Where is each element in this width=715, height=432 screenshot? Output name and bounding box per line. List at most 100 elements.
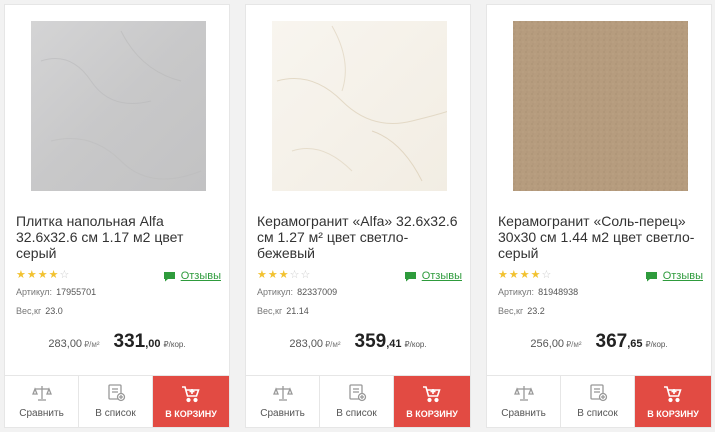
reviews: Отзывы <box>645 270 703 282</box>
product-card: Керамогранит «Alfa» 32.6х32.6 см 1.27 м²… <box>245 4 471 428</box>
product-image[interactable] <box>31 21 206 191</box>
weight-label: Вес,кг <box>257 306 283 316</box>
add-to-cart-label: В корзину <box>165 408 217 419</box>
article-info: Артикул: 17955701 <box>16 287 96 297</box>
weight-value: 23.0 <box>45 306 63 316</box>
card-actions: Сравнить В список В корзину <box>5 375 229 427</box>
box-price-unit: ₽/кор. <box>645 340 668 349</box>
reviews: Отзывы <box>404 270 462 282</box>
add-to-list-button[interactable]: В список <box>561 376 635 427</box>
star-filled-icon: ★ <box>519 269 531 281</box>
rating-stars: ★★★☆☆ <box>257 268 311 281</box>
unit-price-unit: ₽/м² <box>566 340 582 349</box>
article-info: Артикул: 81948938 <box>498 287 578 297</box>
add-to-cart-button[interactable]: В корзину <box>635 376 711 427</box>
weight-value: 23.2 <box>527 306 545 316</box>
product-image[interactable] <box>513 21 688 191</box>
list-add-icon <box>348 384 366 402</box>
speech-bubble-icon <box>645 271 657 281</box>
star-empty-icon: ☆ <box>59 269 71 281</box>
unit-price-value: 256,00 <box>530 338 565 350</box>
cart-add-icon <box>664 385 682 402</box>
list-add-icon <box>107 384 125 402</box>
star-filled-icon: ★ <box>498 269 509 281</box>
compare-button[interactable]: Сравнить <box>5 376 79 427</box>
add-to-cart-button[interactable]: В корзину <box>153 376 229 427</box>
weight-info: Вес,кг 21.14 <box>257 306 309 316</box>
card-actions: Сравнить В список В корзину <box>246 375 470 427</box>
box-price-unit: ₽/кор. <box>404 340 427 349</box>
star-empty-icon: ☆ <box>300 269 312 281</box>
star-empty-icon: ☆ <box>289 269 301 281</box>
box-price-cents: ,41 <box>386 338 402 350</box>
price-row: 283,00 ₽/м² 359,41 ₽/кор. <box>246 331 470 355</box>
unit-price: 256,00 ₽/м² <box>530 338 581 350</box>
reviews-link[interactable]: Отзывы <box>181 270 221 282</box>
price-row: 283,00 ₽/м² 331,00 ₽/кор. <box>5 331 229 355</box>
scales-icon <box>513 386 534 401</box>
star-filled-icon: ★ <box>508 269 520 281</box>
article-value: 81948938 <box>538 287 579 297</box>
add-to-list-label: В список <box>336 408 377 419</box>
star-filled-icon: ★ <box>16 269 27 281</box>
add-to-list-button[interactable]: В список <box>79 376 153 427</box>
box-price-main: 367 <box>595 331 628 352</box>
add-to-list-label: В список <box>95 408 136 419</box>
speech-bubble-icon <box>404 271 416 281</box>
star-filled-icon: ★ <box>257 269 268 281</box>
unit-price-unit: ₽/м² <box>84 340 100 349</box>
star-filled-icon: ★ <box>26 269 38 281</box>
product-card: Плитка напольная Alfa 32.6х32.6 см 1.17 … <box>4 4 230 428</box>
add-to-cart-label: В корзину <box>406 408 458 419</box>
article-value: 82337009 <box>297 287 338 297</box>
product-title[interactable]: Плитка напольная Alfa 32.6х32.6 см 1.17 … <box>16 213 222 261</box>
cart-add-icon <box>423 385 441 402</box>
weight-value: 21.14 <box>286 306 309 316</box>
reviews: Отзывы <box>163 270 221 282</box>
product-title[interactable]: Керамогранит «Соль-перец» 30х30 см 1.44 … <box>498 213 704 261</box>
box-price-unit: ₽/кор. <box>163 340 186 349</box>
box-price-cents: ,00 <box>145 338 161 350</box>
price-row: 256,00 ₽/м² 367,65 ₽/кор. <box>487 331 711 355</box>
cart-add-icon <box>182 385 200 402</box>
compare-label: Сравнить <box>19 408 64 419</box>
article-label: Артикул: <box>16 287 53 297</box>
compare-button[interactable]: Сравнить <box>246 376 320 427</box>
box-price-main: 331 <box>113 331 146 352</box>
rating-stars: ★★★★☆ <box>498 268 552 281</box>
card-actions: Сравнить В список В корзину <box>487 375 711 427</box>
star-empty-icon: ☆ <box>541 269 553 281</box>
unit-price: 283,00 ₽/м² <box>48 338 99 350</box>
product-title[interactable]: Керамогранит «Alfa» 32.6х32.6 см 1.27 м²… <box>257 213 463 261</box>
product-card: Керамогранит «Соль-перец» 30х30 см 1.44 … <box>486 4 712 428</box>
star-filled-icon: ★ <box>267 269 279 281</box>
weight-info: Вес,кг 23.2 <box>498 306 545 316</box>
star-filled-icon: ★ <box>278 269 290 281</box>
add-to-cart-button[interactable]: В корзину <box>394 376 470 427</box>
list-add-icon <box>589 384 607 402</box>
article-value: 17955701 <box>56 287 97 297</box>
article-label: Артикул: <box>498 287 535 297</box>
article-info: Артикул: 82337009 <box>257 287 337 297</box>
scales-icon <box>272 386 293 401</box>
add-to-list-button[interactable]: В список <box>320 376 394 427</box>
unit-price-value: 283,00 <box>48 338 83 350</box>
weight-info: Вес,кг 23.0 <box>16 306 63 316</box>
star-filled-icon: ★ <box>37 269 49 281</box>
unit-price-value: 283,00 <box>289 338 324 350</box>
add-to-cart-label: В корзину <box>647 408 699 419</box>
weight-label: Вес,кг <box>16 306 42 316</box>
speech-bubble-icon <box>163 271 175 281</box>
add-to-list-label: В список <box>577 408 618 419</box>
reviews-link[interactable]: Отзывы <box>422 270 462 282</box>
scales-icon <box>31 386 52 401</box>
compare-label: Сравнить <box>260 408 305 419</box>
weight-label: Вес,кг <box>498 306 524 316</box>
product-image[interactable] <box>272 21 447 191</box>
box-price: 359,41 ₽/кор. <box>355 331 427 353</box>
compare-button[interactable]: Сравнить <box>487 376 561 427</box>
reviews-link[interactable]: Отзывы <box>663 270 703 282</box>
star-filled-icon: ★ <box>48 269 60 281</box>
box-price-cents: ,65 <box>627 338 643 350</box>
star-filled-icon: ★ <box>530 269 542 281</box>
